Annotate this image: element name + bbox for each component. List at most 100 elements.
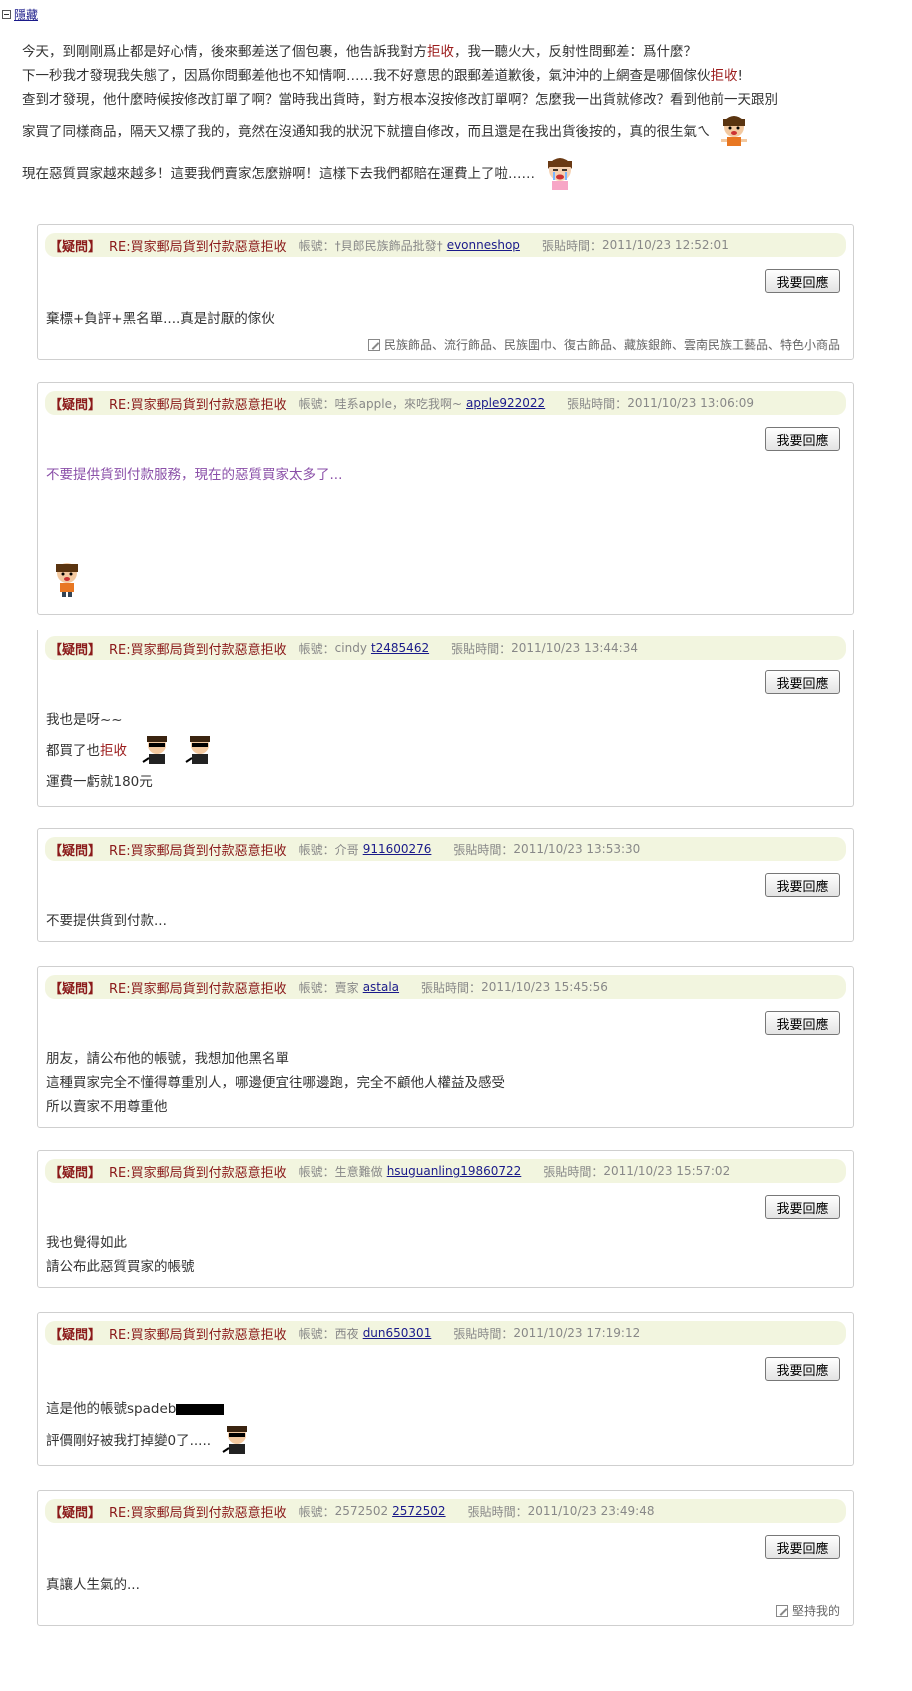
post-body: 我也覺得如此 請公布此惡質買家的帳號 <box>46 1231 845 1279</box>
post-tags: 堅持我的 <box>775 1602 840 1619</box>
reply-button[interactable]: 我要回應 <box>765 269 840 293</box>
post-time-label: 張貼時間： <box>567 396 628 411</box>
post-time: 2011/10/23 15:57:02 <box>603 1164 731 1178</box>
account-link[interactable]: apple922022 <box>466 396 545 410</box>
boy-emoticon-icon <box>56 563 78 597</box>
post-tags: 民族飾品、流行飾品、民族圍巾、復古飾品、藏族銀飾、雲南民族工藝品、特色小商品 <box>367 336 840 353</box>
post-title: RE:買家郵局貨到付款惡意拒收 <box>109 1505 287 1521</box>
post-header: 【疑問】 RE:買家郵局貨到付款惡意拒收 帳號： cindy t2485462 張… <box>45 636 846 660</box>
post-header: 【疑問】 RE:買家郵局貨到付款惡意拒收 帳號： 哇系apple，來吃我啊~ ap… <box>45 391 846 415</box>
post-line: 所以賣家不用尊重他 <box>46 1099 168 1115</box>
post-time-label: 張貼時間： <box>467 1504 528 1519</box>
post-tag: 【疑問】 <box>49 1165 102 1181</box>
post-time-label: 張貼時間： <box>453 1326 514 1341</box>
redacted-text <box>176 1403 225 1415</box>
post-title: RE:買家郵局貨到付款惡意拒收 <box>109 397 287 413</box>
reply-post: 【疑問】 RE:買家郵局貨到付款惡意拒收 帳號： 賣家 astala 張貼時間： 2… <box>37 966 854 1128</box>
account-nickname: 西夜 <box>334 1326 359 1341</box>
post-time: 2011/10/23 23:49:48 <box>527 1504 655 1518</box>
reply-post: 【疑問】 RE:買家郵局貨到付款惡意拒收 帳號： †貝郎民族飾品批發† evonn… <box>37 224 854 360</box>
account-nickname: 生意難做 <box>334 1164 383 1179</box>
post-header: 【疑問】 RE:買家郵局貨到付款惡意拒收 帳號： 西夜 dun650301 張貼時… <box>45 1321 846 1345</box>
post-line: 真讓人生氣的... <box>46 1577 140 1593</box>
post-title: RE:買家郵局貨到付款惡意拒收 <box>109 981 287 997</box>
reply-button[interactable]: 我要回應 <box>765 670 840 694</box>
reply-button[interactable]: 我要回應 <box>765 427 840 451</box>
post-time: 2011/10/23 17:19:12 <box>513 1326 641 1340</box>
reply-post: 【疑問】 RE:買家郵局貨到付款惡意拒收 帳號： 介哥 911600276 張貼時… <box>37 828 854 942</box>
post-line: 我也是呀~~ <box>46 712 123 728</box>
post-line: 不要提供貨到付款服務，現在的惡質買家太多了... <box>46 467 343 483</box>
account-link[interactable]: t2485462 <box>371 641 429 655</box>
post-time: 2011/10/23 13:44:34 <box>511 641 638 655</box>
post-line: 運費一虧就180元 <box>46 774 153 790</box>
post-title: RE:買家郵局貨到付款惡意拒收 <box>109 1165 287 1181</box>
account-label: 帳號： <box>298 396 335 411</box>
post-time: 2011/10/23 12:52:01 <box>601 238 729 252</box>
post-line: 請公布此惡質買家的帳號 <box>46 1259 195 1275</box>
post-line: 我也覺得如此 <box>46 1235 127 1251</box>
post-header: 【疑問】 RE:買家郵局貨到付款惡意拒收 帳號： †貝郎民族飾品批發† evonn… <box>45 233 846 257</box>
reply-post: 【疑問】 RE:買家郵局貨到付款惡意拒收 帳號： 2572502 2572502 … <box>37 1490 854 1626</box>
post-tag: 【疑問】 <box>49 642 102 658</box>
account-label: 帳號： <box>298 842 335 857</box>
post-tag: 【疑問】 <box>49 981 102 997</box>
reply-post: 【疑問】 RE:買家郵局貨到付款惡意拒收 帳號： 哇系apple，來吃我啊~ ap… <box>37 382 854 615</box>
account-link[interactable]: astala <box>363 980 399 994</box>
post-body: 我也是呀~~ 都買了也拒收 運費一虧就180元 <box>46 708 845 794</box>
post-time: 2011/10/23 13:06:09 <box>627 396 755 410</box>
account-link[interactable]: hsuguanling19860722 <box>387 1164 522 1178</box>
post-tag: 【疑問】 <box>49 397 102 413</box>
post-title: RE:買家郵局貨到付款惡意拒收 <box>109 239 287 255</box>
collapse-icon[interactable] <box>2 10 11 19</box>
post-tag: 【疑問】 <box>49 1505 102 1521</box>
post-body: 棄標+負評+黑名單....真是討厭的傢伙 <box>46 307 845 331</box>
account-link[interactable]: evonneshop <box>447 238 520 252</box>
post-header: 【疑問】 RE:買家郵局貨到付款惡意拒收 帳號： 賣家 astala 張貼時間： 2… <box>45 975 846 999</box>
account-nickname: 2572502 <box>334 1504 389 1518</box>
account-nickname: 賣家 <box>334 980 359 995</box>
intro-line: 下一秒我才發現我失態了，因爲你問郵差他也不知情啊……我不好意思的跟郵差道歉後，氣… <box>22 68 743 84</box>
reply-button[interactable]: 我要回應 <box>765 1011 840 1035</box>
post-title: RE:買家郵局貨到付款惡意拒收 <box>109 1327 287 1343</box>
post-body: 這是他的帳號spadeb 評價剛好被我打掉變0了..... <box>46 1397 845 1461</box>
hide-link[interactable]: 隱藏 <box>14 6 38 23</box>
post-line: 不要提供貨到付款... <box>46 913 167 929</box>
post-body: 真讓人生氣的... <box>46 1573 845 1597</box>
account-label: 帳號： <box>298 1326 335 1341</box>
reply-post: 【疑問】 RE:買家郵局貨到付款惡意拒收 帳號： 西夜 dun650301 張貼時… <box>37 1312 854 1466</box>
intro-line: 今天，到剛剛爲止都是好心情，後來郵差送了個包裹，他告訴我對方拒收，我一聽火大，反… <box>22 44 697 60</box>
reply-post: 【疑問】 RE:買家郵局貨到付款惡意拒收 帳號： 生意難做 hsuguanling… <box>37 1150 854 1288</box>
intro-article: 今天，到剛剛爲止都是好心情，後來郵差送了個包裹，他告訴我對方拒收，我一聽火大，反… <box>22 40 902 196</box>
post-title: RE:買家郵局貨到付款惡意拒收 <box>109 843 287 859</box>
reply-post: 【疑問】 RE:買家郵局貨到付款惡意拒收 帳號： cindy t2485462 張… <box>37 630 854 807</box>
post-tag: 【疑問】 <box>49 1327 102 1343</box>
post-line: 評價剛好被我打掉變0了..... <box>46 1421 845 1461</box>
account-nickname: cindy <box>334 641 367 655</box>
post-time-label: 張貼時間： <box>543 1164 604 1179</box>
edit-note-icon <box>367 338 380 351</box>
boy-emoticon-icon <box>720 116 747 146</box>
post-header: 【疑問】 RE:買家郵局貨到付款惡意拒收 帳號： 2572502 2572502 … <box>45 1499 846 1523</box>
reply-button[interactable]: 我要回應 <box>765 1357 840 1381</box>
post-header: 【疑問】 RE:買家郵局貨到付款惡意拒收 帳號： 生意難做 hsuguanling… <box>45 1159 846 1183</box>
hide-toggle[interactable]: 隱藏 <box>2 6 38 23</box>
post-time-label: 張貼時間： <box>421 980 482 995</box>
sunglasses-emoticon-icon <box>142 736 168 764</box>
reply-button[interactable]: 我要回應 <box>765 1195 840 1219</box>
reply-button[interactable]: 我要回應 <box>765 873 840 897</box>
account-label: 帳號： <box>298 1504 335 1519</box>
account-label: 帳號： <box>298 641 335 656</box>
post-time-label: 張貼時間： <box>451 641 512 656</box>
reply-button[interactable]: 我要回應 <box>765 1535 840 1559</box>
account-link[interactable]: dun650301 <box>363 1326 432 1340</box>
account-label: 帳號： <box>298 238 335 253</box>
intro-line: 家買了同樣商品，隔天又標了我的，竟然在沒通知我的狀況下就擅自修改，而且還是在我出… <box>22 112 902 152</box>
post-tag: 【疑問】 <box>49 843 102 859</box>
edit-note-icon <box>775 1604 788 1617</box>
account-link[interactable]: 911600276 <box>363 842 432 856</box>
post-header: 【疑問】 RE:買家郵局貨到付款惡意拒收 帳號： 介哥 911600276 張貼時… <box>45 837 846 861</box>
post-body: 不要提供貨到付款... <box>46 909 845 933</box>
post-line: 朋友，請公布他的帳號，我想加他黑名單 <box>46 1051 289 1067</box>
account-link[interactable]: 2572502 <box>392 1504 445 1518</box>
